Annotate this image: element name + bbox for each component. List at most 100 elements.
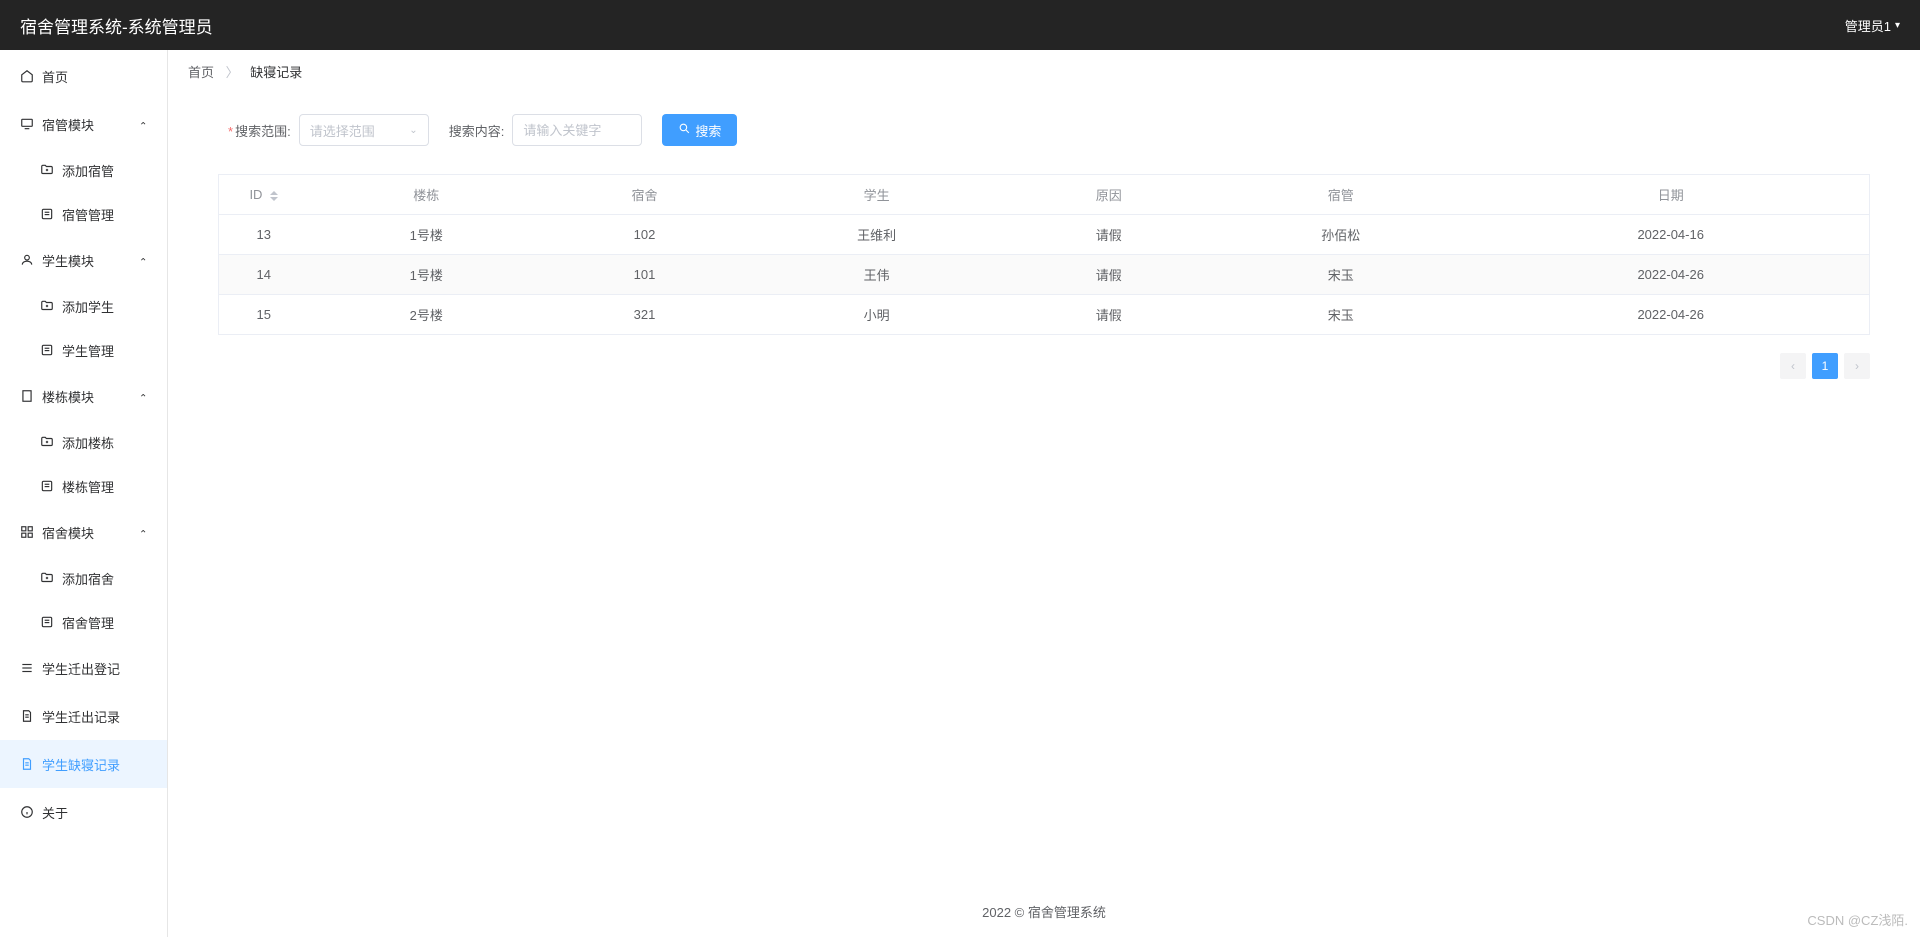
sidebar-item-home[interactable]: 首页	[0, 52, 167, 100]
table-cell-student: 小明	[745, 295, 1008, 335]
sidebar-item-moveout-log[interactable]: 学生迁出记录	[0, 692, 167, 740]
breadcrumb-home[interactable]: 首页	[188, 65, 214, 80]
user-dropdown[interactable]: 管理员1 ▾	[1845, 16, 1900, 35]
user-icon	[20, 253, 34, 267]
table-cell-reason: 请假	[1008, 215, 1209, 255]
list-icon	[40, 343, 54, 357]
document-icon	[20, 757, 34, 771]
chevron-down-icon: ⌄	[139, 527, 147, 538]
sort-icon	[270, 191, 278, 201]
home-icon	[20, 69, 34, 83]
folder-plus-icon	[40, 571, 54, 585]
table-cell-reason: 请假	[1008, 255, 1209, 295]
sidebar-item-manage-building[interactable]: 楼栋管理	[0, 464, 167, 508]
sidebar-item-add-dormmgr[interactable]: 添加宿管	[0, 148, 167, 192]
table-header-student: 学生	[745, 175, 1008, 215]
sidebar-group-dormmgr[interactable]: 宿管模块 ⌄	[0, 100, 167, 148]
table-header-manager: 宿管	[1209, 175, 1472, 215]
sidebar-item-add-room[interactable]: 添加宿舍	[0, 556, 167, 600]
header: 宿舍管理系统-系统管理员 管理员1 ▾	[0, 0, 1920, 50]
sidebar-label: 学生缺寝记录	[42, 755, 120, 774]
sidebar-label: 宿管模块	[42, 115, 94, 134]
sidebar-label: 学生迁出登记	[42, 659, 120, 678]
table-header-id[interactable]: ID	[219, 175, 309, 215]
table-cell-room: 101	[544, 255, 745, 295]
table-header-room: 宿舍	[544, 175, 745, 215]
chevron-down-icon: ⌄	[139, 119, 147, 130]
breadcrumb-current: 缺寝记录	[250, 65, 302, 80]
search-input[interactable]	[512, 114, 642, 146]
table-cell-manager: 宋玉	[1209, 255, 1472, 295]
table-cell-building: 2号楼	[309, 295, 545, 335]
table-header-reason: 原因	[1008, 175, 1209, 215]
user-name: 管理员1	[1845, 16, 1891, 35]
sidebar-item-absent-log[interactable]: 学生缺寝记录	[0, 740, 167, 788]
sidebar-label: 添加楼栋	[62, 433, 114, 452]
table-cell-id: 15	[219, 295, 309, 335]
search-range-label: *搜索范围:	[228, 121, 291, 140]
page-number-button[interactable]: 1	[1812, 353, 1838, 379]
sidebar-item-add-student[interactable]: 添加学生	[0, 284, 167, 328]
info-icon	[20, 805, 34, 819]
monitor-icon	[20, 117, 34, 131]
table-cell-building: 1号楼	[309, 255, 545, 295]
pagination: ‹ 1 ›	[218, 353, 1870, 379]
breadcrumb-separator: 〉	[226, 65, 239, 80]
table-cell-room: 102	[544, 215, 745, 255]
sidebar-label: 添加宿舍	[62, 569, 114, 588]
table-header-date: 日期	[1472, 175, 1869, 215]
page-prev-button[interactable]: ‹	[1780, 353, 1806, 379]
sidebar: 首页 宿管模块 ⌄ 添加宿管 宿管管理 学生模块 ⌄ 添加学生 学生管理	[0, 50, 168, 937]
search-range-select[interactable]: 请选择范围 ⌄	[299, 114, 429, 146]
list-icon	[40, 479, 54, 493]
search-content-label: 搜索内容:	[449, 121, 505, 140]
table-cell-date: 2022-04-16	[1472, 215, 1869, 255]
sidebar-item-add-building[interactable]: 添加楼栋	[0, 420, 167, 464]
table-row: 141号楼101王伟请假宋玉2022-04-26	[219, 255, 1870, 295]
table-cell-building: 1号楼	[309, 215, 545, 255]
folder-plus-icon	[40, 299, 54, 313]
table-row: 152号楼321小明请假宋玉2022-04-26	[219, 295, 1870, 335]
sidebar-label: 宿舍模块	[42, 523, 94, 542]
sidebar-label: 学生迁出记录	[42, 707, 120, 726]
table-cell-date: 2022-04-26	[1472, 295, 1869, 335]
sidebar-group-student[interactable]: 学生模块 ⌄	[0, 236, 167, 284]
building-icon	[20, 389, 34, 403]
sidebar-item-manage-dormmgr[interactable]: 宿管管理	[0, 192, 167, 236]
sidebar-label: 添加宿管	[62, 161, 114, 180]
main-content: 首页 〉 缺寝记录 *搜索范围: 请选择范围 ⌄ 搜索内容:	[168, 50, 1920, 937]
sidebar-group-building[interactable]: 楼栋模块 ⌄	[0, 372, 167, 420]
page-next-button[interactable]: ›	[1844, 353, 1870, 379]
table-cell-manager: 宋玉	[1209, 295, 1472, 335]
sidebar-label: 楼栋管理	[62, 477, 114, 496]
sidebar-label: 学生管理	[62, 341, 114, 360]
records-table: ID 楼栋 宿舍 学生 原因 宿管 日期 131号楼102王维利请假孙佰松202…	[218, 174, 1870, 335]
sidebar-label: 添加学生	[62, 297, 114, 316]
sidebar-item-manage-student[interactable]: 学生管理	[0, 328, 167, 372]
chevron-down-icon: ⌄	[409, 125, 417, 136]
document-icon	[20, 709, 34, 723]
search-button[interactable]: 搜索	[662, 114, 737, 146]
sidebar-label: 宿舍管理	[62, 613, 114, 632]
table-cell-student: 王伟	[745, 255, 1008, 295]
chevron-down-icon: ⌄	[139, 255, 147, 266]
sidebar-item-about[interactable]: 关于	[0, 788, 167, 836]
sidebar-group-room[interactable]: 宿舍模块 ⌄	[0, 508, 167, 556]
search-bar: *搜索范围: 请选择范围 ⌄ 搜索内容: 搜索	[228, 114, 1870, 146]
table-cell-id: 13	[219, 215, 309, 255]
table-header-building: 楼栋	[309, 175, 545, 215]
chevron-down-icon: ⌄	[139, 391, 147, 402]
table-cell-reason: 请假	[1008, 295, 1209, 335]
sidebar-label: 关于	[42, 803, 68, 822]
sidebar-item-manage-room[interactable]: 宿舍管理	[0, 600, 167, 644]
sidebar-label: 首页	[42, 67, 68, 86]
sidebar-item-moveout-reg[interactable]: 学生迁出登记	[0, 644, 167, 692]
folder-plus-icon	[40, 163, 54, 177]
folder-plus-icon	[40, 435, 54, 449]
table-cell-student: 王维利	[745, 215, 1008, 255]
table-cell-id: 14	[219, 255, 309, 295]
table-cell-room: 321	[544, 295, 745, 335]
search-icon	[678, 122, 691, 138]
breadcrumb: 首页 〉 缺寝记录	[168, 50, 1920, 94]
grid-icon	[20, 525, 34, 539]
